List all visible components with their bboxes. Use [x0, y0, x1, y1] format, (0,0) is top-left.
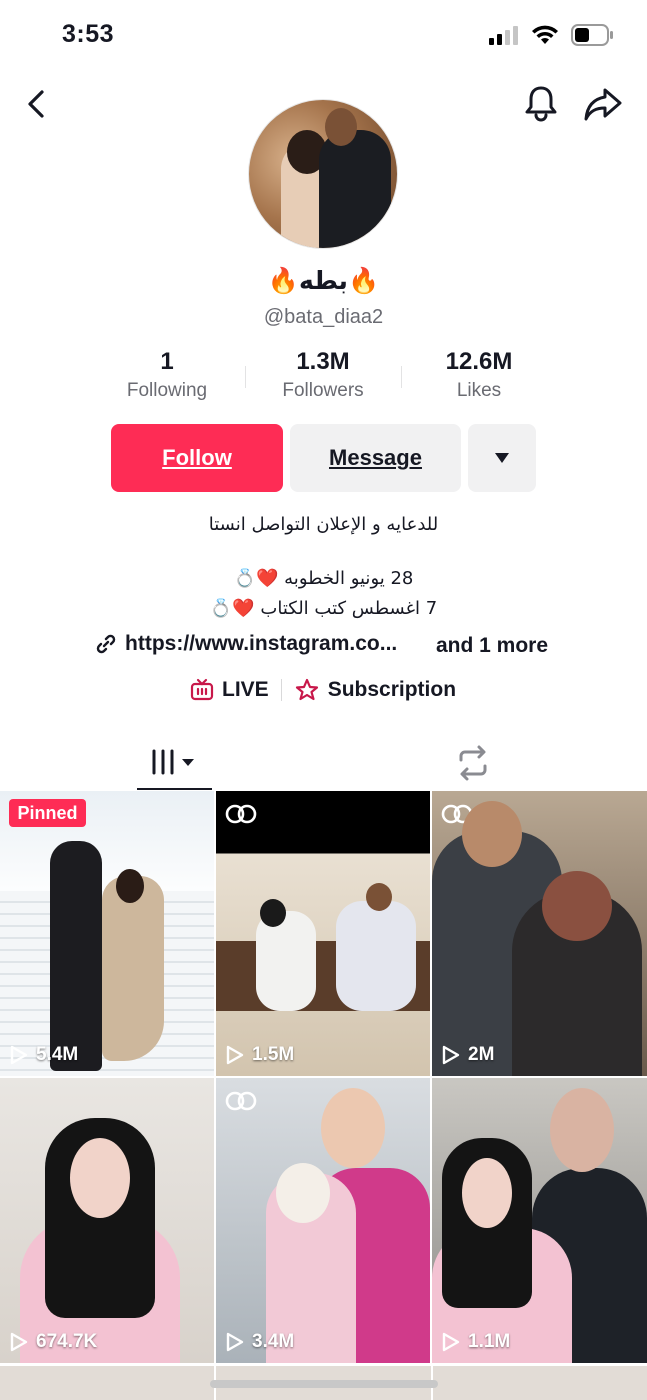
- stat-followers[interactable]: 1.3M Followers: [245, 348, 401, 408]
- status-icons: [489, 24, 613, 46]
- stat-divider: [401, 366, 402, 388]
- follow-button[interactable]: Follow: [111, 424, 283, 492]
- view-count: 1.1M: [442, 1331, 510, 1353]
- videos-grid-icon: [152, 749, 194, 774]
- stat-value: 1.3M: [296, 348, 350, 375]
- stat-value: 12.6M: [445, 348, 513, 375]
- play-icon: [226, 1332, 244, 1352]
- live-label[interactable]: LIVE: [222, 678, 269, 702]
- video-thumbnail[interactable]: 2M: [432, 791, 647, 1076]
- view-count-text: 1.1M: [468, 1331, 511, 1352]
- view-count-text: 674.7K: [36, 1331, 98, 1352]
- play-icon: [442, 1332, 460, 1352]
- video-thumbnail[interactable]: 1.5M: [216, 791, 430, 1076]
- status-bar: 3:53: [0, 0, 647, 72]
- play-icon: [10, 1332, 28, 1352]
- message-button[interactable]: Message: [290, 424, 461, 492]
- video-grid: 5.4M 1.5M 2M 674.7K 3.4M 1.1M: [0, 791, 647, 1363]
- tab-videos[interactable]: [137, 735, 212, 790]
- stat-divider: [245, 366, 246, 388]
- stat-label: Likes: [456, 380, 502, 401]
- live-subscription-row: LIVE Subscription: [190, 678, 456, 702]
- view-count: 5.4M: [10, 1044, 78, 1066]
- signal-icon: [489, 26, 518, 45]
- video-thumbnail[interactable]: 3.4M: [216, 1078, 430, 1363]
- stat-likes: 12.6M Likes: [401, 348, 557, 408]
- suggested-accounts-button[interactable]: [468, 424, 536, 492]
- status-time: 3:53: [62, 20, 115, 48]
- view-count: 3.4M: [226, 1331, 294, 1353]
- view-count: 1.5M: [226, 1044, 294, 1066]
- repost-icon[interactable]: [453, 743, 493, 783]
- bio-line: 7 اغسطس كتب الكتاب ❤️💍: [209, 598, 438, 619]
- stat-label: Followers: [282, 380, 364, 401]
- home-indicator[interactable]: [210, 1380, 438, 1388]
- caret-down-icon: [495, 453, 509, 463]
- play-icon: [226, 1045, 244, 1065]
- subscription-label[interactable]: Subscription: [328, 678, 456, 702]
- live-icon: [190, 678, 214, 701]
- view-count-text: 5.4M: [36, 1044, 79, 1065]
- display-name: 🔥بطه🔥: [267, 267, 380, 295]
- video-thumbnail[interactable]: [0, 1366, 215, 1400]
- view-count-text: 3.4M: [252, 1331, 295, 1352]
- profile-stats: 1 Following 1.3M Followers 12.6M Likes: [89, 348, 558, 408]
- more-links[interactable]: and 1 more: [436, 634, 548, 658]
- link-icon: [96, 634, 116, 654]
- divider: [280, 679, 282, 701]
- collab-icon: [225, 1091, 257, 1111]
- bio-line: 28 يونيو الخطوبه ❤️💍: [233, 568, 414, 589]
- video-thumbnail[interactable]: 5.4M: [0, 791, 214, 1076]
- view-count-text: 1.5M: [252, 1044, 295, 1065]
- profile-tabs: [0, 735, 647, 790]
- view-count: 2M: [442, 1044, 494, 1066]
- link-url: https://www.instagram.co...: [125, 632, 398, 655]
- subscription-star-icon: [295, 678, 318, 701]
- play-icon: [10, 1045, 28, 1065]
- video-thumbnail[interactable]: 674.7K: [0, 1078, 214, 1363]
- pinned-badge: Pinned: [9, 799, 86, 827]
- wifi-icon: [532, 25, 558, 44]
- stat-label: Following: [126, 380, 208, 401]
- video-thumbnail[interactable]: [432, 1366, 647, 1400]
- battery-icon: [571, 24, 613, 46]
- share-icon[interactable]: [583, 84, 623, 124]
- bio-line: للدعايه و الإعلان التواصل انستا: [208, 514, 439, 535]
- bio-link[interactable]: https://www.instagram.co...: [95, 632, 397, 656]
- play-icon: [442, 1045, 460, 1065]
- bell-icon[interactable]: [522, 84, 560, 122]
- username: @bata_diaa2: [263, 306, 384, 328]
- video-thumbnail[interactable]: 1.1M: [432, 1078, 647, 1363]
- stat-following[interactable]: 1 Following: [89, 348, 245, 408]
- stat-value: 1: [160, 348, 174, 375]
- back-arrow-icon[interactable]: [20, 86, 56, 122]
- view-count: 674.7K: [10, 1331, 97, 1353]
- collab-icon: [225, 804, 257, 824]
- profile-avatar[interactable]: [248, 99, 398, 249]
- view-count-text: 2M: [468, 1044, 495, 1065]
